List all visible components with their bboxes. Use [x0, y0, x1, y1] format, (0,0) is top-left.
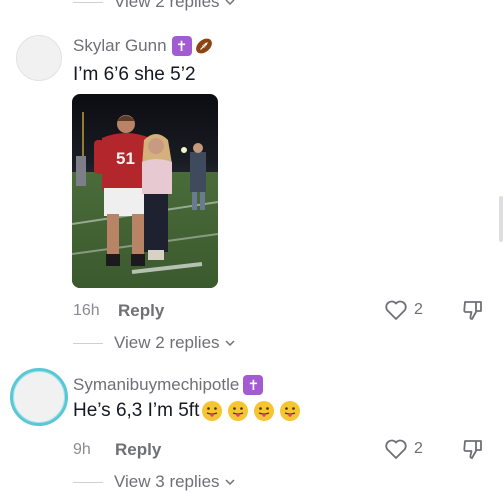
- username-text: Symanibuymechipotle: [73, 375, 240, 394]
- view-replies-previous[interactable]: View 2 replies: [73, 0, 236, 12]
- divider-line: [73, 342, 103, 344]
- view-replies-label: View 2 replies: [114, 0, 220, 11]
- like-count: 2: [414, 440, 423, 457]
- heart-icon: [385, 439, 407, 459]
- reply-button[interactable]: Reply: [115, 440, 161, 460]
- photo-image: 51: [72, 94, 218, 288]
- divider-line: [73, 481, 103, 483]
- heart-icon: [385, 300, 407, 320]
- tongue-face-icon: [280, 401, 301, 421]
- avatar-story-ring[interactable]: [10, 368, 68, 426]
- like-button[interactable]: 2: [384, 299, 423, 321]
- dislike-icon[interactable]: [461, 298, 485, 322]
- comment-time: 16h: [73, 302, 100, 319]
- comment-text: He’s 6,3 I’m 5ft: [73, 400, 301, 422]
- tongue-face-icon: [228, 401, 249, 421]
- chevron-down-icon: [225, 0, 235, 6]
- like-count: 2: [414, 301, 423, 318]
- tongue-face-icon: [202, 401, 223, 421]
- username-text: Skylar Gunn: [73, 36, 167, 55]
- like-button[interactable]: 2: [384, 438, 423, 460]
- view-replies-label: View 3 replies: [114, 472, 220, 491]
- comment-time: 9h: [73, 441, 91, 458]
- chevron-down-icon: [225, 479, 235, 486]
- view-replies-label: View 2 replies: [114, 333, 220, 352]
- comment-photo[interactable]: 51: [72, 94, 218, 288]
- divider-line: [73, 1, 103, 3]
- view-replies-comment-1[interactable]: View 2 replies: [73, 333, 236, 353]
- jersey-number: 51: [116, 149, 135, 168]
- football-icon: [195, 38, 212, 54]
- tongue-face-icon: [254, 401, 275, 421]
- avatar[interactable]: [16, 35, 62, 81]
- view-replies-comment-2[interactable]: View 3 replies: [73, 472, 236, 492]
- comment-username[interactable]: Symanibuymechipotle ✝: [73, 375, 264, 395]
- comment-text-body: He’s 6,3 I’m 5ft: [73, 400, 200, 421]
- avatar: [17, 375, 61, 419]
- comment-text: I’m 6’6 she 5’2: [73, 64, 196, 85]
- cross-badge-icon: ✝: [171, 36, 192, 56]
- chevron-down-icon: [225, 340, 235, 347]
- comment-meta: 9h Reply: [73, 440, 161, 460]
- scrollbar[interactable]: [499, 196, 503, 242]
- cross-badge-icon: ✝: [243, 375, 264, 395]
- reply-button[interactable]: Reply: [118, 301, 164, 321]
- dislike-icon[interactable]: [461, 437, 485, 461]
- comment-meta: 16h Reply: [73, 301, 164, 321]
- comment-username[interactable]: Skylar Gunn ✝: [73, 36, 214, 56]
